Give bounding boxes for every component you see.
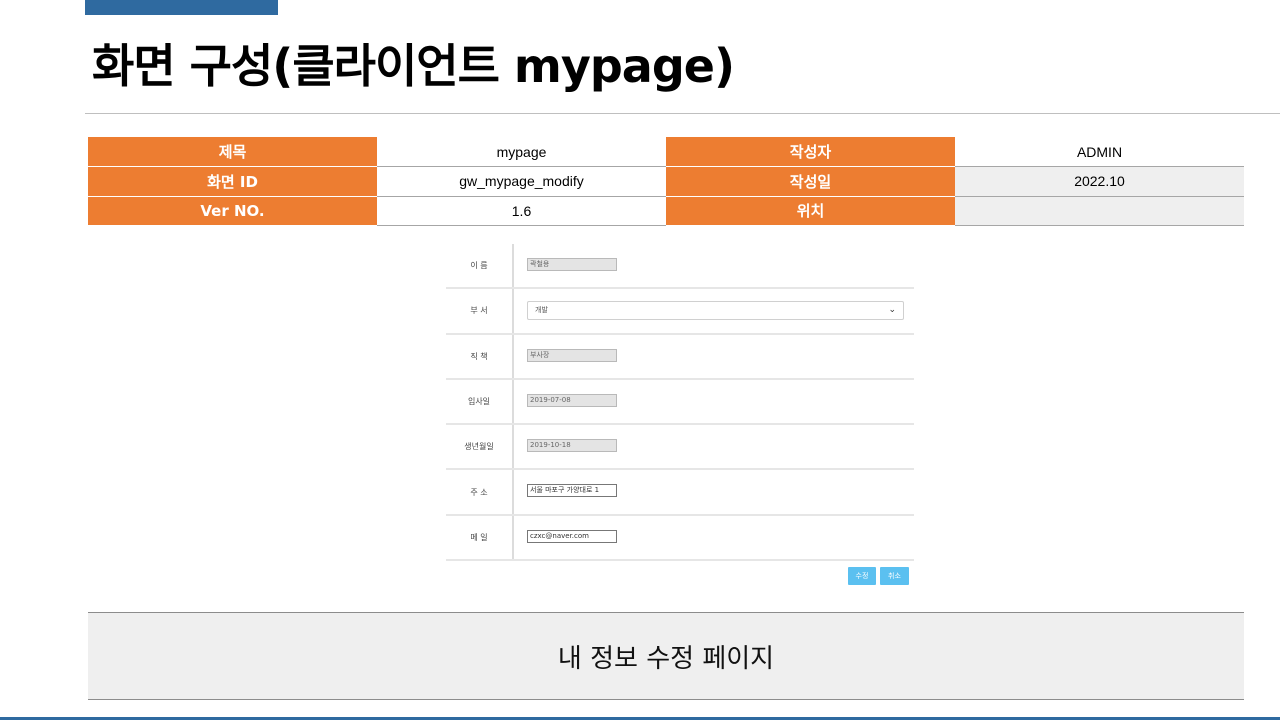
meta-value-title: mypage (377, 137, 666, 167)
department-label: 부 서 (446, 289, 514, 333)
form-row-address: 주 소 서울 마포구 가양대로 1 (446, 470, 914, 516)
meta-table: 제목 mypage 작성자 ADMIN 화면 ID gw_mypage_modi… (88, 137, 1244, 226)
join-date-label: 입사일 (446, 379, 514, 424)
address-input[interactable]: 서울 마포구 가양대로 1 (527, 484, 617, 498)
name-label: 이 름 (446, 244, 514, 288)
form-row-name: 이 름 곽철용 (446, 244, 914, 290)
meta-value-location (955, 196, 1244, 226)
meta-key-screen-id: 화면 ID (88, 166, 377, 197)
meta-row: Ver NO. 1.6 위치 (88, 196, 1244, 226)
department-select-value: 개발 (535, 306, 548, 315)
screen-description: 내 정보 수정 페이지 (88, 612, 1244, 700)
meta-key-author: 작성자 (666, 137, 955, 167)
description-text: 내 정보 수정 페이지 (557, 643, 775, 674)
meta-key-date: 작성일 (666, 166, 955, 197)
meta-row: 화면 ID gw_mypage_modify 작성일 2022.10 (88, 166, 1244, 197)
form-row-birth-date: 생년월일 2019-10-18 (446, 425, 914, 471)
meta-key-location: 위치 (666, 196, 955, 226)
name-field: 곽철용 (527, 258, 617, 271)
meta-value-date: 2022.10 (955, 166, 1244, 197)
address-label: 주 소 (446, 470, 514, 514)
meta-value-author: ADMIN (955, 137, 1244, 167)
title-divider (85, 113, 1280, 114)
modify-button[interactable]: 수정 (848, 567, 876, 585)
form-row-email: 메 일 czxc@naver.com (446, 515, 914, 562)
meta-key-title: 제목 (88, 137, 377, 167)
meta-row: 제목 mypage 작성자 ADMIN (88, 137, 1244, 167)
mypage-form: 이 름 곽철용 부 서 개발 ⌄ 직 책 부사장 입사일 2019-07-08 … (446, 244, 914, 562)
position-field: 부사장 (527, 348, 617, 362)
chevron-down-icon: ⌄ (888, 305, 896, 316)
cancel-button[interactable]: 취소 (880, 567, 909, 585)
form-row-join-date: 입사일 2019-07-08 (446, 379, 914, 426)
department-select[interactable]: 개발 ⌄ (527, 301, 904, 321)
form-row-position: 직 책 부사장 (446, 334, 914, 380)
email-input[interactable]: czxc@naver.com (527, 529, 617, 543)
meta-value-version: 1.6 (377, 196, 666, 226)
meta-value-screen-id: gw_mypage_modify (377, 166, 666, 197)
birth-date-label: 생년월일 (446, 425, 514, 469)
meta-key-version: Ver NO. (88, 196, 377, 226)
join-date-field: 2019-07-08 (527, 393, 617, 407)
slide-title: 화면 구성(클라이언트 mypage) (92, 39, 735, 93)
accent-bar (85, 0, 278, 15)
form-row-department: 부 서 개발 ⌄ (446, 289, 914, 335)
email-label: 메 일 (446, 515, 514, 560)
birth-date-field: 2019-10-18 (527, 439, 617, 453)
position-label: 직 책 (446, 334, 514, 378)
